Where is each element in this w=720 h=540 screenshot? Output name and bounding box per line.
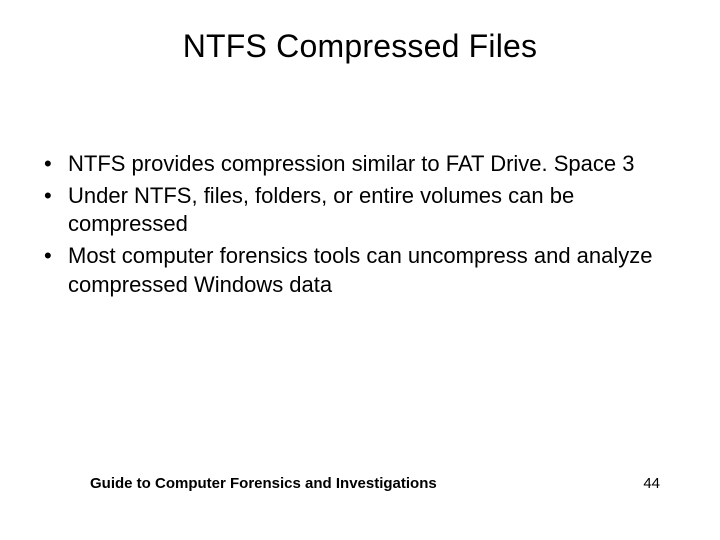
- page-number: 44: [643, 475, 660, 492]
- bullet-list: NTFS provides compression similar to FAT…: [40, 150, 680, 299]
- list-item: NTFS provides compression similar to FAT…: [40, 150, 680, 178]
- slide: NTFS Compressed Files NTFS provides comp…: [0, 0, 720, 540]
- list-item: Most computer forensics tools can uncomp…: [40, 242, 680, 298]
- footer-text: Guide to Computer Forensics and Investig…: [90, 475, 437, 492]
- slide-title: NTFS Compressed Files: [0, 28, 720, 65]
- slide-body: NTFS provides compression similar to FAT…: [40, 150, 680, 303]
- list-item: Under NTFS, files, folders, or entire vo…: [40, 182, 680, 238]
